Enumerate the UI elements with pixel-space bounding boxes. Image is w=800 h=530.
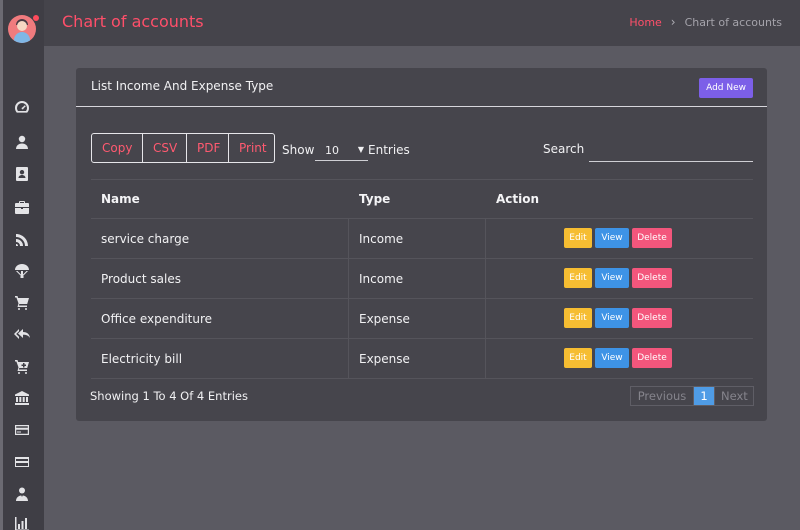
edit-button[interactable]: Edit [564, 228, 592, 248]
column-header-type[interactable]: Type [349, 180, 486, 218]
dashboard-icon[interactable] [14, 99, 30, 115]
contacts-icon[interactable] [14, 166, 30, 182]
column-header-action: Action [496, 192, 540, 206]
next-page-button[interactable]: Next [714, 387, 753, 405]
topbar: Chart of accounts Home › Chart of accoun… [44, 0, 800, 46]
income-expense-card: List Income And Expense Type Add New Cop… [76, 68, 767, 421]
user-icon[interactable] [14, 134, 30, 150]
pdf-button[interactable]: PDF [187, 134, 229, 162]
page-size-select[interactable]: 10 ▼ [315, 140, 368, 161]
table-header-row: Name Type Action [91, 180, 753, 219]
search-input[interactable] [589, 139, 753, 162]
briefcase-icon[interactable] [14, 199, 30, 215]
page-title: Chart of accounts [62, 12, 204, 31]
page-1-button[interactable]: 1 [694, 387, 714, 405]
cell-type: Income [349, 259, 486, 298]
reply-all-icon[interactable] [14, 326, 30, 342]
delete-button[interactable]: Delete [632, 268, 672, 288]
cart-icon[interactable] [14, 294, 30, 310]
add-new-button[interactable]: Add New [699, 78, 753, 98]
edit-button[interactable]: Edit [564, 268, 592, 288]
breadcrumb-current: Chart of accounts [684, 15, 782, 29]
cell-type: Expense [349, 339, 486, 378]
card-title: List Income And Expense Type [91, 79, 274, 93]
delete-button[interactable]: Delete [632, 348, 672, 368]
delete-button[interactable]: Delete [632, 228, 672, 248]
bank-icon[interactable] [14, 390, 30, 406]
table-row: Product sales Income Edit View Delete [91, 259, 753, 299]
csv-button[interactable]: CSV [143, 134, 187, 162]
notification-dot [33, 15, 39, 21]
cell-type: Expense [349, 299, 486, 338]
entries-label: Entries [368, 143, 410, 157]
cell-name: Electricity bill [91, 339, 349, 378]
credit-card-icon[interactable] [14, 422, 30, 438]
table-row: Electricity bill Expense Edit View Delet… [91, 339, 753, 379]
cell-action: Edit View Delete [486, 299, 753, 338]
cell-name: service charge [91, 219, 349, 258]
copy-button[interactable]: Copy [92, 134, 143, 162]
card-header: List Income And Expense Type Add New [76, 68, 767, 107]
table-info: Showing 1 To 4 Of 4 Entries [90, 389, 248, 403]
sidebar [0, 0, 44, 530]
accounts-table: Name Type Action service charge Income E… [91, 179, 753, 379]
view-button[interactable]: View [595, 308, 629, 328]
edit-button[interactable]: Edit [564, 308, 592, 328]
table-row: Office expenditure Expense Edit View Del… [91, 299, 753, 339]
column-header-name[interactable]: Name [91, 180, 349, 218]
card-icon[interactable] [14, 454, 30, 470]
show-label: Show [282, 143, 315, 157]
caret-down-icon: ▼ [357, 145, 364, 154]
cart-plus-icon[interactable] [14, 358, 30, 374]
export-buttons: Copy CSV PDF Print [91, 133, 275, 163]
sidebar-scrollbar[interactable] [0, 0, 3, 530]
print-button[interactable]: Print [229, 134, 274, 162]
cell-action: Edit View Delete [486, 259, 753, 298]
bar-chart-icon[interactable] [14, 516, 30, 530]
user-tie-icon[interactable] [14, 486, 30, 502]
edit-button[interactable]: Edit [564, 348, 592, 368]
search-label: Search [543, 142, 585, 156]
view-button[interactable]: View [595, 228, 629, 248]
cell-name: Product sales [91, 259, 349, 298]
previous-page-button[interactable]: Previous [631, 387, 694, 405]
parachute-icon[interactable] [14, 263, 30, 279]
cell-name: Office expenditure [91, 299, 349, 338]
avatar[interactable] [8, 15, 36, 43]
page-size-value: 10 [325, 144, 339, 157]
view-button[interactable]: View [595, 268, 629, 288]
breadcrumb-home-link[interactable]: Home [629, 16, 661, 29]
pagination: Previous 1 Next [630, 386, 754, 406]
breadcrumb: Home › Chart of accounts [629, 15, 782, 29]
satellite-icon[interactable] [14, 232, 30, 248]
cell-action: Edit View Delete [486, 339, 753, 378]
cell-action: Edit View Delete [486, 219, 753, 258]
breadcrumb-chevron-icon: › [670, 15, 676, 29]
delete-button[interactable]: Delete [632, 308, 672, 328]
cell-type: Income [349, 219, 486, 258]
table-row: service charge Income Edit View Delete [91, 219, 753, 259]
view-button[interactable]: View [595, 348, 629, 368]
